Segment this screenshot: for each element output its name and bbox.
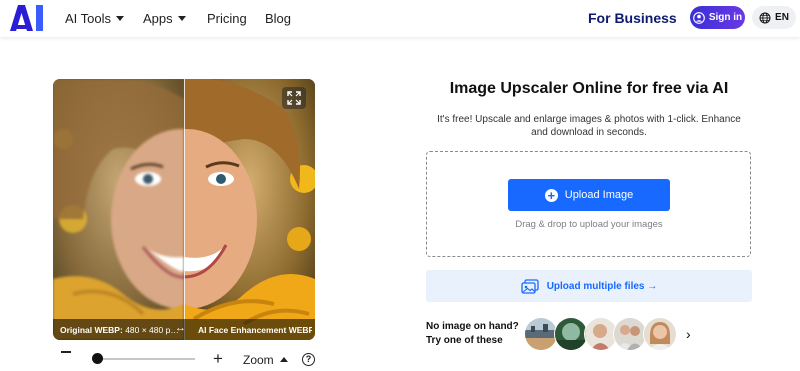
comparison-divider[interactable] — [184, 79, 185, 340]
nav-ai-tools-label: AI Tools — [65, 11, 112, 26]
fullscreen-button[interactable] — [282, 87, 306, 109]
nature-thumbnail-image — [555, 318, 587, 350]
zoom-slider[interactable] — [93, 358, 195, 360]
zoom-in-button[interactable]: + — [213, 350, 223, 367]
sample-thumbnail-4[interactable] — [613, 317, 647, 351]
sample-prompt-line1: No image on hand? — [426, 321, 519, 332]
original-image-half — [53, 79, 184, 340]
help-icon[interactable]: ? — [302, 353, 315, 366]
zoom-label: Zoom — [243, 353, 274, 367]
drag-drop-hint: Drag & drop to upload your images — [515, 219, 663, 230]
expand-icon — [287, 91, 301, 105]
chevron-down-icon — [116, 16, 125, 21]
for-business-link[interactable]: For Business — [588, 10, 677, 26]
top-navigation-bar: AI Tools Apps Pricing Blog For Business … — [0, 0, 800, 37]
chevron-right-icon[interactable]: › — [686, 326, 691, 342]
globe-icon — [759, 12, 771, 23]
page-description: It's free! Upscale and enlarge images & … — [437, 114, 741, 138]
nav-apps-label: Apps — [143, 11, 173, 26]
enhanced-label: AI Face Enhancement WEBP — [198, 324, 312, 335]
user-icon — [692, 11, 705, 24]
nav-blog[interactable]: Blog — [265, 11, 291, 26]
sample-thumbnail-1[interactable] — [524, 317, 558, 351]
nav-blog-label: Blog — [265, 11, 292, 26]
compare-arrows-icon: ↔ — [175, 322, 186, 334]
original-size: 480 × 480 p… — [125, 324, 179, 335]
upload-image-button[interactable]: + Upload Image — [508, 179, 670, 211]
upload-image-label: Upload Image — [564, 189, 634, 201]
language-label: EN — [775, 12, 789, 23]
multiple-images-icon — [521, 278, 539, 294]
sample-thumbnail-5[interactable] — [643, 317, 677, 351]
zoom-out-button[interactable] — [61, 351, 71, 353]
language-selector[interactable]: EN — [752, 6, 796, 29]
chevron-up-icon[interactable] — [280, 357, 288, 362]
nav-ai-tools[interactable]: AI Tools — [65, 11, 125, 26]
sign-in-button[interactable]: Sign in — [690, 6, 745, 29]
before-after-preview[interactable] — [53, 79, 315, 340]
upload-multiple-files-button[interactable]: Upload multiple files → — [426, 270, 752, 302]
plus-circle-icon: + — [544, 188, 558, 202]
zoom-slider-handle[interactable] — [91, 353, 103, 364]
chevron-down-icon — [177, 16, 186, 21]
nav-pricing-label: Pricing — [207, 11, 247, 26]
sample-prompt-line2: Try one of these — [426, 335, 503, 346]
upload-multiple-label: Upload multiple files → — [546, 280, 658, 292]
original-format-label: Original WEBP: — [60, 324, 123, 335]
nav-pricing[interactable]: Pricing — [207, 11, 247, 26]
nav-apps[interactable]: Apps — [143, 11, 186, 26]
ai-logo-icon[interactable] — [10, 5, 46, 31]
sample-thumbnail-2[interactable] — [554, 317, 588, 351]
family-portrait-thumbnail-image — [614, 318, 646, 350]
page-title: Image Upscaler Online for free via AI — [449, 80, 729, 97]
enhanced-image-half — [184, 79, 315, 340]
comparison-caption: Original WEBP: 480 × 480 p… ↔ AI Face En… — [53, 319, 315, 340]
woman-portrait-thumbnail-image — [644, 318, 676, 350]
landscape-thumbnail-image — [525, 318, 557, 350]
sign-in-label: Sign in — [708, 12, 743, 23]
sample-prompt: No image on hand? Try one of these — [426, 320, 519, 348]
original-label: Original WEBP: 480 × 480 p… — [60, 325, 179, 335]
